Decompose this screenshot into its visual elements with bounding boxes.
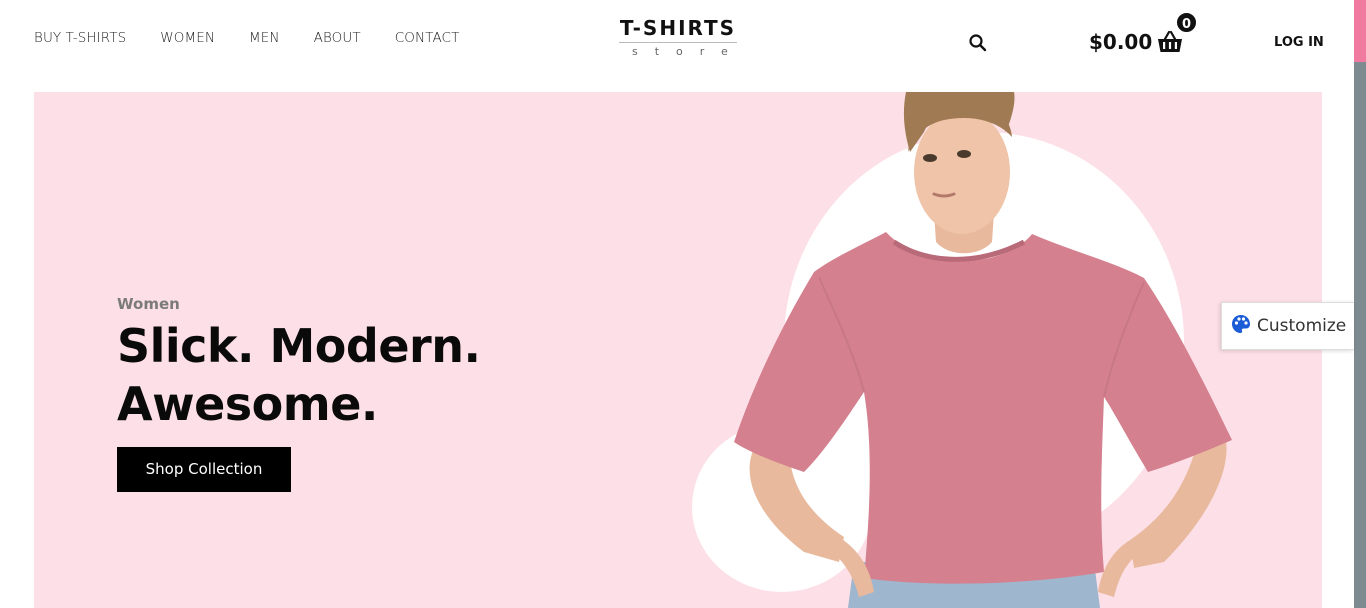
hero-banner: Women Slick. Modern. Awesome. Shop Colle… bbox=[34, 92, 1322, 608]
basket-icon[interactable] bbox=[1157, 30, 1183, 54]
nav-item-buy-tshirts[interactable]: BUY T-SHIRTS bbox=[34, 30, 126, 46]
customize-label: Customize bbox=[1257, 316, 1347, 336]
site-header: BUY T-SHIRTS WOMEN MEN ABOUT CONTACT T-S… bbox=[0, 0, 1354, 92]
hero-model-image bbox=[734, 92, 1232, 608]
customize-panel-toggle[interactable]: Customize bbox=[1221, 302, 1354, 350]
nav-item-contact[interactable]: CONTACT bbox=[395, 30, 460, 46]
palette-icon bbox=[1231, 314, 1251, 339]
hero-title-line1: Slick. Modern. bbox=[117, 319, 481, 373]
login-link[interactable]: LOG IN bbox=[1274, 35, 1324, 50]
logo-subtitle: store bbox=[632, 45, 745, 58]
cart-total[interactable]: $0.00 bbox=[1089, 30, 1152, 54]
nav-item-men[interactable]: MEN bbox=[249, 30, 280, 46]
hero-title-line2: Awesome. bbox=[117, 377, 378, 431]
cart-count-badge: 0 bbox=[1175, 11, 1198, 34]
nav-item-women[interactable]: WOMEN bbox=[160, 30, 215, 46]
logo-title: T-SHIRTS bbox=[619, 16, 737, 40]
nav-item-about[interactable]: ABOUT bbox=[314, 30, 361, 46]
shop-collection-button[interactable]: Shop Collection bbox=[117, 447, 291, 492]
search-icon[interactable] bbox=[968, 33, 988, 53]
scrollbar-track[interactable] bbox=[1354, 0, 1366, 608]
site-logo[interactable]: T-SHIRTS store bbox=[618, 16, 738, 58]
hero-category-label: Women bbox=[117, 295, 180, 313]
hero-title: Slick. Modern. Awesome. bbox=[117, 317, 537, 433]
main-nav: BUY T-SHIRTS WOMEN MEN ABOUT CONTACT bbox=[34, 30, 493, 46]
scrollbar-thumb[interactable] bbox=[1354, 0, 1366, 62]
logo-divider bbox=[619, 42, 737, 43]
